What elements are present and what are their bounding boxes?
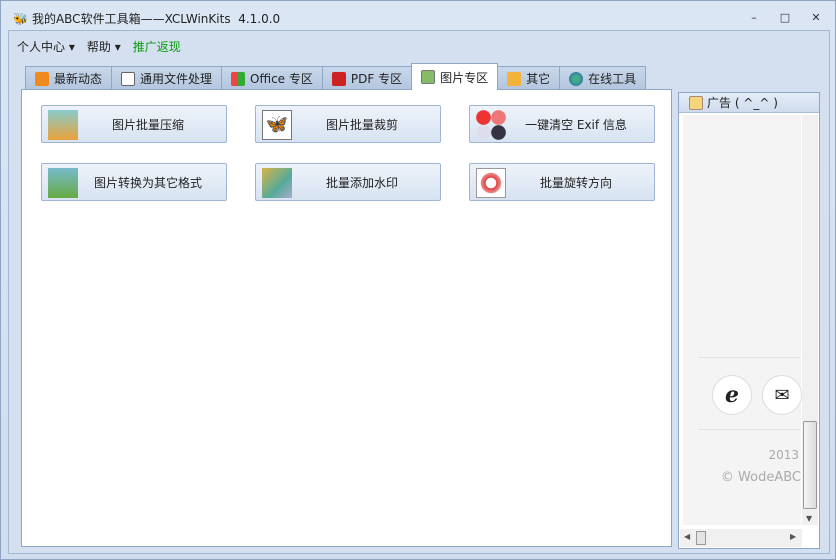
rotate-button[interactable]: 批量旋转方向 xyxy=(469,163,655,201)
menu-bar: 个人中心 ▾ 帮助 ▾ 推广返现 xyxy=(17,38,181,55)
document-icon xyxy=(121,71,136,86)
app-window: 🐝 我的ABC软件工具箱——XCLWinKits 4.1.0.0 – □ ✕ 个… xyxy=(0,0,836,560)
app-icon: 🐝 xyxy=(13,11,28,26)
horizontal-scrollbar[interactable]: ◀ ▶ xyxy=(680,529,802,547)
pdf-icon xyxy=(331,71,346,86)
tab-online[interactable]: 在线工具 xyxy=(559,66,647,90)
tab-content-images: 图片批量压缩 🦋 图片批量裁剪 一键清空 Exif 信息 图片转换为其它格式 批量… xyxy=(21,89,672,547)
ad-panel-header: 广告 ( ^_^ ) xyxy=(679,93,819,113)
scroll-down-arrow[interactable]: ▼ xyxy=(806,514,812,523)
title-bar: 🐝 我的ABC软件工具箱——XCLWinKits 4.1.0.0 xyxy=(13,10,280,27)
ie-icon[interactable]: e xyxy=(712,375,752,415)
globe-icon xyxy=(569,71,584,86)
ad-year: 2013 xyxy=(768,448,799,462)
image-compress-button[interactable]: 图片批量压缩 xyxy=(41,105,227,143)
mail-icon[interactable]: ✉ xyxy=(762,375,802,415)
maximize-button[interactable]: □ xyxy=(778,11,792,24)
image-convert-icon xyxy=(48,168,78,198)
vertical-scrollbar[interactable]: ▼ xyxy=(802,115,818,525)
crop-button[interactable]: 🦋 图片批量裁剪 xyxy=(255,105,441,143)
crop-icon: 🦋 xyxy=(262,110,292,140)
menu-promo[interactable]: 推广返现 xyxy=(133,38,181,55)
tab-images[interactable]: 图片专区 xyxy=(411,63,499,90)
ad-content: e ✉ 2013 © WodeABC xyxy=(683,115,802,525)
note-icon xyxy=(689,95,703,110)
tab-other[interactable]: 其它 xyxy=(497,66,561,90)
watermark-button[interactable]: 批量添加水印 xyxy=(255,163,441,201)
exif-clear-button[interactable]: 一键清空 Exif 信息 xyxy=(469,105,655,143)
close-button[interactable]: ✕ xyxy=(809,11,823,24)
folder-icon xyxy=(507,71,522,86)
scroll-thumb[interactable] xyxy=(803,421,817,509)
tab-files[interactable]: 通用文件处理 xyxy=(111,66,223,90)
scroll-left-arrow[interactable]: ◀ xyxy=(684,532,690,541)
watermark-icon xyxy=(262,168,292,198)
tab-office[interactable]: Office 专区 xyxy=(221,66,323,90)
menu-help[interactable]: 帮助 ▾ xyxy=(87,38,121,55)
tab-news[interactable]: 最新动态 xyxy=(25,66,113,90)
office-icon xyxy=(231,71,246,86)
ad-panel: 广告 ( ^_^ ) e ✉ 2013 © WodeABC ▼ ◀ ▶ xyxy=(678,92,820,549)
window-title: 我的ABC软件工具箱——XCLWinKits 4.1.0.0 xyxy=(31,12,281,26)
minimize-button[interactable]: – xyxy=(747,11,761,24)
h-scroll-thumb[interactable] xyxy=(696,531,706,545)
image-compress-icon xyxy=(48,110,78,140)
rss-icon xyxy=(35,71,49,86)
menu-user-center[interactable]: 个人中心 ▾ xyxy=(17,38,75,55)
ad-copyright: © WodeABC xyxy=(720,470,801,485)
tab-bar: 最新动态 通用文件处理 Office 专区 PDF 专区 图片专区 其它 在线工… xyxy=(25,63,647,90)
image-convert-button[interactable]: 图片转换为其它格式 xyxy=(41,163,227,201)
scroll-right-arrow[interactable]: ▶ xyxy=(790,532,796,541)
exif-clear-icon xyxy=(476,110,506,140)
tab-pdf[interactable]: PDF 专区 xyxy=(321,66,413,90)
rotate-icon xyxy=(476,168,506,198)
image-icon xyxy=(421,70,436,84)
